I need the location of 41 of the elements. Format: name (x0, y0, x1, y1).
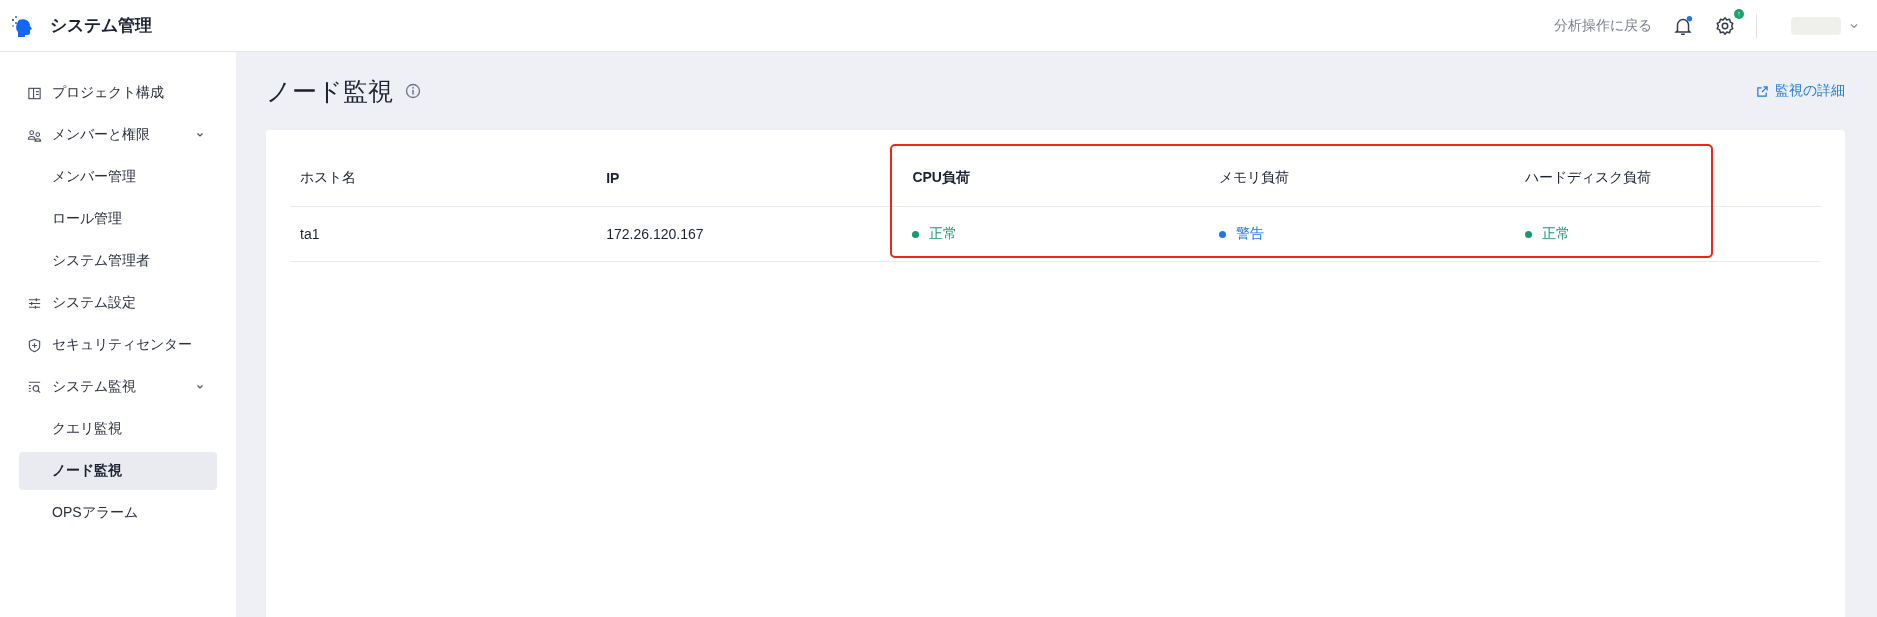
column-header: IP (605, 169, 621, 188)
page-title: ノード監視 (266, 75, 393, 107)
sidebar-subitem[interactable]: ノード監視 (19, 452, 217, 490)
sidebar-item[interactable]: セキュリティセンター (19, 326, 217, 364)
monitoring-details-link[interactable]: 監視の詳細 (1756, 82, 1845, 100)
sidebar-item-label: メンバーと権限 (52, 126, 151, 144)
shield-icon (27, 337, 42, 353)
info-icon[interactable] (405, 83, 421, 99)
settings-button[interactable] (1714, 14, 1736, 37)
sidebar-item[interactable]: システム監視 (19, 368, 217, 406)
column-header: メモリ負荷 (1217, 168, 1290, 187)
sidebar-item[interactable]: メンバーと権限 (19, 116, 217, 154)
column-header: ハードディスク負荷 (1523, 168, 1652, 187)
list-search-icon (27, 379, 42, 395)
users-icon (27, 127, 42, 143)
sliders-icon (27, 295, 42, 311)
column-header: ホスト名 (299, 168, 357, 187)
status-label: 正常 (929, 225, 958, 243)
sidebar-subitem[interactable]: クエリ監視 (19, 410, 217, 448)
sidebar-item[interactable]: システム設定 (19, 284, 217, 322)
status-label: 警告 (1235, 225, 1264, 243)
sidebar-subitem[interactable]: OPSアラーム (19, 494, 217, 532)
table-cell-text: 172.26.120.167 (605, 225, 705, 244)
sidebar-item-label: セキュリティセンター (52, 336, 193, 354)
external-link-icon (1756, 84, 1769, 98)
head-logo-icon (10, 13, 34, 38)
sidebar-subitem[interactable]: ロール管理 (19, 200, 217, 238)
sidebar-subitem[interactable]: システム管理者 (19, 242, 217, 280)
table-cell-text: ta1 (299, 225, 321, 244)
sidebar-item-label: システム設定 (52, 294, 137, 312)
back-to-analysis-link[interactable]: 分析操作に戻る (1554, 16, 1652, 35)
app-title: システム管理 (50, 15, 152, 37)
sidebar-item-label: プロジェクト構成 (52, 84, 165, 102)
column-header: CPU負荷 (911, 168, 971, 187)
layout-icon (27, 85, 42, 101)
sidebar-item-label: システム監視 (52, 378, 137, 396)
details-link-label: 監視の詳細 (1775, 82, 1845, 100)
status-label: 正常 (1541, 225, 1570, 243)
sidebar-subitem[interactable]: メンバー管理 (19, 158, 217, 196)
sidebar-item[interactable]: プロジェクト構成 (19, 74, 217, 112)
notification-button[interactable] (1672, 14, 1694, 37)
